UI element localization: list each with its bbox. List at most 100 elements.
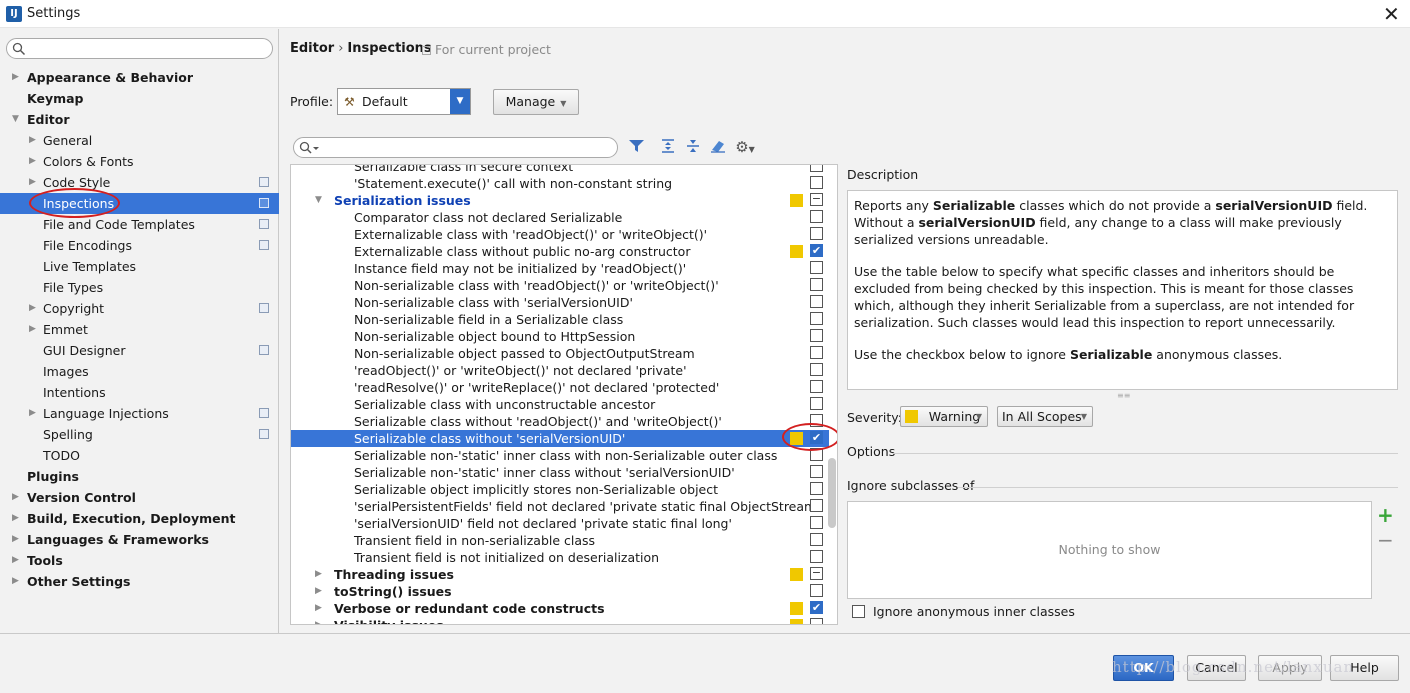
inspection-row[interactable]: Serializable class in secure context xyxy=(291,165,829,175)
sidebar-item-keymap[interactable]: Keymap xyxy=(0,88,279,109)
collapsed-arrow-icon[interactable]: ▶ xyxy=(29,172,36,193)
breadcrumb-editor[interactable]: Editor xyxy=(290,41,334,56)
enabled-checkbox[interactable] xyxy=(810,482,823,495)
expanded-arrow-icon[interactable]: ▼ xyxy=(12,109,19,130)
enabled-checkbox[interactable]: − xyxy=(810,193,823,206)
inspection-row[interactable]: Serializable class without 'readObject()… xyxy=(291,413,829,430)
inspection-row[interactable]: Serializable non-'static' inner class wi… xyxy=(291,464,829,481)
inspection-row[interactable]: Non-serializable object passed to Object… xyxy=(291,345,829,362)
collapsed-arrow-icon[interactable]: ▶ xyxy=(12,67,19,88)
enabled-checkbox[interactable] xyxy=(810,278,823,291)
sidebar-item-todo[interactable]: TODO xyxy=(0,445,279,466)
sidebar-item-colors-fonts[interactable]: ▶ Colors & Fonts xyxy=(0,151,279,172)
enabled-checkbox[interactable]: ✔ xyxy=(810,601,823,614)
sidebar-item-spelling[interactable]: Spelling xyxy=(0,424,279,445)
inspection-group-row[interactable]: ▶ toString() issues xyxy=(291,583,829,600)
sidebar-item-intentions[interactable]: Intentions xyxy=(0,382,279,403)
enabled-checkbox[interactable] xyxy=(810,533,823,546)
filter-icon[interactable] xyxy=(627,138,647,158)
enabled-checkbox[interactable] xyxy=(810,329,823,342)
ignore-subclasses-list[interactable]: Nothing to show xyxy=(847,501,1372,599)
chevron-down-icon[interactable]: ▼ xyxy=(450,89,470,114)
sidebar-item-general[interactable]: ▶ General xyxy=(0,130,279,151)
inspection-group-row[interactable]: ▼ Serialization issues − xyxy=(291,192,829,209)
enabled-checkbox[interactable] xyxy=(810,165,823,172)
remove-icon[interactable]: − xyxy=(1377,528,1394,552)
sidebar-search-input[interactable] xyxy=(6,38,273,59)
enabled-checkbox[interactable] xyxy=(810,380,823,393)
inspection-row[interactable]: Transient field is not initialized on de… xyxy=(291,549,829,566)
scope-select[interactable]: In All Scopes ▼ xyxy=(997,406,1093,427)
inspection-row[interactable]: Externalizable class with 'readObject()'… xyxy=(291,226,829,243)
sidebar-item-gui-designer[interactable]: GUI Designer xyxy=(0,340,279,361)
sidebar-item-file-and-code-templates[interactable]: File and Code Templates xyxy=(0,214,279,235)
add-icon[interactable]: + xyxy=(1377,503,1394,527)
sidebar-item-emmet[interactable]: ▶ Emmet xyxy=(0,319,279,340)
sidebar-item-editor[interactable]: ▼ Editor xyxy=(0,109,279,130)
collapsed-arrow-icon[interactable]: ▶ xyxy=(12,508,19,529)
sidebar-item-other-settings[interactable]: ▶ Other Settings xyxy=(0,571,279,592)
inspection-row[interactable]: Serializable non-'static' inner class wi… xyxy=(291,447,829,464)
expand-all-icon[interactable] xyxy=(658,138,678,158)
sidebar-item-file-types[interactable]: File Types xyxy=(0,277,279,298)
sidebar-item-appearance-behavior[interactable]: ▶ Appearance & Behavior xyxy=(0,67,279,88)
sidebar-item-language-injections[interactable]: ▶ Language Injections xyxy=(0,403,279,424)
manage-button[interactable]: Manage ▼ xyxy=(493,89,579,115)
ignore-anonymous-checkbox[interactable]: Ignore anonymous inner classes xyxy=(852,605,1075,619)
sidebar-item-tools[interactable]: ▶ Tools xyxy=(0,550,279,571)
collapsed-arrow-icon[interactable]: ▶ xyxy=(315,617,322,624)
inspection-row[interactable]: Non-serializable class with 'readObject(… xyxy=(291,277,829,294)
sidebar-item-languages-frameworks[interactable]: ▶ Languages & Frameworks xyxy=(0,529,279,550)
inspection-row[interactable]: Serializable class without 'serialVersio… xyxy=(291,430,829,447)
enabled-checkbox[interactable] xyxy=(810,295,823,308)
inspection-row[interactable]: Serializable object implicitly stores no… xyxy=(291,481,829,498)
sidebar-item-code-style[interactable]: ▶ Code Style xyxy=(0,172,279,193)
enabled-checkbox[interactable] xyxy=(810,516,823,529)
enabled-checkbox[interactable] xyxy=(810,499,823,512)
severity-select[interactable]: Warning ▼ xyxy=(900,406,988,427)
enabled-checkbox[interactable] xyxy=(810,227,823,240)
enabled-checkbox[interactable] xyxy=(810,261,823,274)
sidebar-item-version-control[interactable]: ▶ Version Control xyxy=(0,487,279,508)
sidebar-item-file-encodings[interactable]: File Encodings xyxy=(0,235,279,256)
expanded-arrow-icon[interactable]: ▼ xyxy=(315,192,322,209)
gear-icon[interactable]: ⚙▼ xyxy=(733,138,757,156)
enabled-checkbox[interactable] xyxy=(810,176,823,189)
enabled-checkbox[interactable] xyxy=(810,618,823,624)
collapsed-arrow-icon[interactable]: ▶ xyxy=(315,600,322,617)
inspection-row[interactable]: Comparator class not declared Serializab… xyxy=(291,209,829,226)
collapsed-arrow-icon[interactable]: ▶ xyxy=(12,550,19,571)
inspection-row[interactable]: 'Statement.execute()' call with non-cons… xyxy=(291,175,829,192)
checkbox[interactable] xyxy=(852,605,865,618)
sidebar-item-plugins[interactable]: Plugins xyxy=(0,466,279,487)
collapse-all-icon[interactable] xyxy=(683,138,703,158)
enabled-checkbox[interactable] xyxy=(810,363,823,376)
sidebar-item-images[interactable]: Images xyxy=(0,361,279,382)
close-icon[interactable]: ✕ xyxy=(1383,2,1400,26)
enabled-checkbox[interactable] xyxy=(810,346,823,359)
collapsed-arrow-icon[interactable]: ▶ xyxy=(12,571,19,592)
inspection-group-row[interactable]: ▶ Verbose or redundant code constructs ✔ xyxy=(291,600,829,617)
profile-select[interactable]: ⚒ Default ▼ xyxy=(337,88,471,115)
collapsed-arrow-icon[interactable]: ▶ xyxy=(29,319,36,340)
inspections-filter-input[interactable] xyxy=(293,137,618,158)
enabled-checkbox[interactable] xyxy=(810,312,823,325)
sidebar-item-build-execution-deployment[interactable]: ▶ Build, Execution, Deployment xyxy=(0,508,279,529)
inspection-row[interactable]: 'readResolve()' or 'writeReplace()' not … xyxy=(291,379,829,396)
sidebar-item-live-templates[interactable]: Live Templates xyxy=(0,256,279,277)
enabled-checkbox[interactable] xyxy=(810,550,823,563)
enabled-checkbox[interactable] xyxy=(810,210,823,223)
collapsed-arrow-icon[interactable]: ▶ xyxy=(29,403,36,424)
sidebar-item-copyright[interactable]: ▶ Copyright xyxy=(0,298,279,319)
collapsed-arrow-icon[interactable]: ▶ xyxy=(12,487,19,508)
inspection-group-row[interactable]: ▶ Threading issues − xyxy=(291,566,829,583)
inspection-row[interactable]: 'serialVersionUID' field not declared 'p… xyxy=(291,515,829,532)
inspection-row[interactable]: Non-serializable class with 'serialVersi… xyxy=(291,294,829,311)
inspection-row[interactable]: Non-serializable object bound to HttpSes… xyxy=(291,328,829,345)
inspections-scrollbar[interactable] xyxy=(828,458,836,528)
collapsed-arrow-icon[interactable]: ▶ xyxy=(315,583,322,600)
collapsed-arrow-icon[interactable]: ▶ xyxy=(315,566,322,583)
collapsed-arrow-icon[interactable]: ▶ xyxy=(12,529,19,550)
inspection-row[interactable]: Non-serializable field in a Serializable… xyxy=(291,311,829,328)
collapsed-arrow-icon[interactable]: ▶ xyxy=(29,130,36,151)
